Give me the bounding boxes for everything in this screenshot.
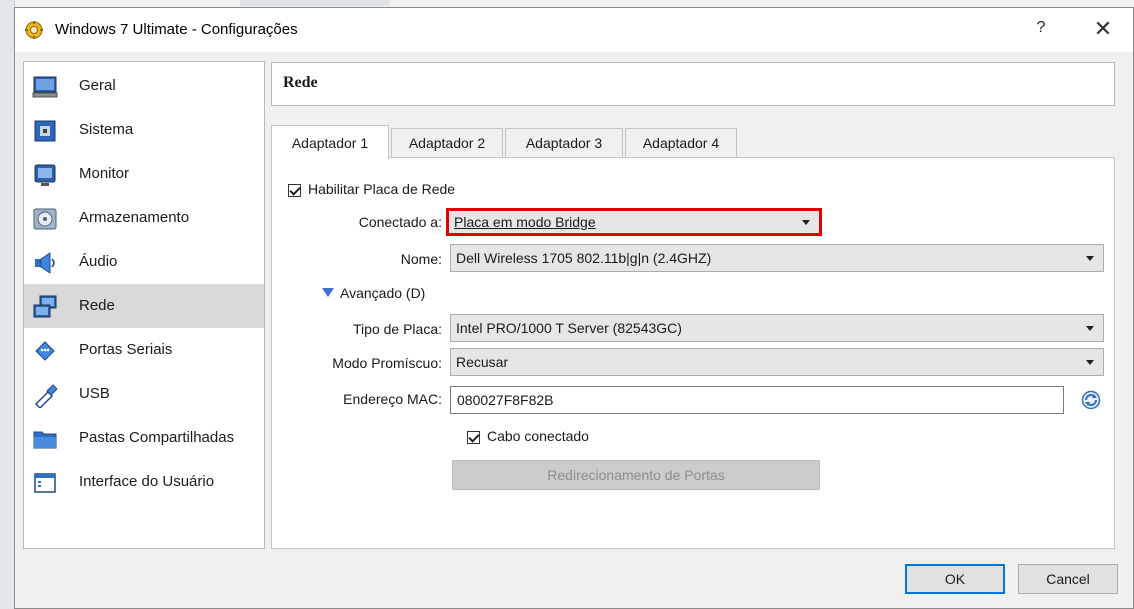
- mac-address-input[interactable]: 080027F8F82B: [450, 386, 1064, 414]
- advanced-toggle[interactable]: Avançado (D): [340, 285, 425, 301]
- sidebar-item-sistema[interactable]: Sistema: [24, 108, 264, 152]
- enable-adapter-checkbox[interactable]: [288, 184, 301, 197]
- tab-adaptador-3[interactable]: Adaptador 3: [505, 128, 623, 158]
- sidebar-item-geral[interactable]: Geral: [24, 64, 264, 108]
- settings-dialog: Windows 7 Ultimate - Configurações ? ✕ G…: [14, 7, 1134, 609]
- enable-adapter-label: Habilitar Placa de Rede: [308, 181, 456, 197]
- display-icon: [34, 164, 56, 186]
- page-header: Rede: [271, 62, 1115, 106]
- network-icon: [33, 295, 57, 318]
- sidebar-item-label: Áudio: [79, 253, 118, 270]
- sidebar-item-label: Monitor: [79, 165, 130, 182]
- close-button[interactable]: ✕: [1089, 16, 1117, 42]
- chevron-down-icon: [802, 220, 810, 225]
- settings-sidebar: Geral Sistema Monitor Armazenamento Áudi…: [23, 61, 265, 549]
- cable-connected-label: Cabo conectado: [487, 428, 589, 444]
- chevron-down-icon: [1086, 256, 1094, 261]
- adapter-type-value: Intel PRO/1000 T Server (82543GC): [456, 320, 682, 336]
- sidebar-item-portas-seriais[interactable]: Portas Seriais: [24, 328, 264, 372]
- disk-icon: [33, 208, 57, 230]
- cable-connected-checkbox[interactable]: [467, 431, 480, 444]
- promiscuous-mode-value: Recusar: [456, 354, 509, 370]
- chevron-down-icon: [1086, 326, 1094, 331]
- tab-adaptador-4[interactable]: Adaptador 4: [625, 128, 737, 158]
- sidebar-item-label: Armazenamento: [79, 209, 190, 226]
- name-select[interactable]: Dell Wireless 1705 802.11b|g|n (2.4GHZ): [450, 244, 1104, 272]
- promiscuous-mode-select[interactable]: Recusar: [450, 348, 1104, 376]
- chevron-down-icon: [1086, 360, 1094, 365]
- sidebar-item-label: Portas Seriais: [79, 341, 173, 358]
- speaker-icon: [35, 252, 55, 274]
- port-forwarding-button[interactable]: Redirecionamento de Portas: [452, 460, 820, 490]
- sidebar-item-label: Interface do Usuário: [79, 473, 215, 490]
- sidebar-item-armazenamento[interactable]: Armazenamento: [24, 196, 264, 240]
- sidebar-item-label: Geral: [79, 77, 116, 94]
- adapter-type-label: Tipo de Placa:: [353, 321, 442, 337]
- sidebar-item-label: USB: [79, 385, 110, 402]
- name-label: Nome:: [400, 251, 442, 267]
- page-title: Rede: [283, 74, 318, 91]
- user-interface-icon: [34, 473, 56, 493]
- cancel-button[interactable]: Cancel: [1018, 564, 1118, 594]
- sidebar-item-label: Pastas Compartilhadas: [79, 429, 235, 446]
- shared-folder-icon: [33, 431, 57, 449]
- help-button[interactable]: ?: [1029, 19, 1053, 37]
- expand-triangle-icon[interactable]: [322, 288, 334, 297]
- sidebar-item-label: Rede: [79, 297, 115, 314]
- serial-port-icon: [35, 341, 55, 361]
- adapter-settings-panel: Habilitar Placa de Rede Conectado a: Pla…: [271, 157, 1115, 549]
- title-bar: Windows 7 Ultimate - Configurações ? ✕: [15, 8, 1133, 52]
- tab-adaptador-1[interactable]: Adaptador 1: [271, 125, 389, 159]
- sidebar-item-monitor[interactable]: Monitor: [24, 152, 264, 196]
- sidebar-item-usb[interactable]: USB: [24, 372, 264, 416]
- chip-icon: [34, 120, 56, 142]
- virtualbox-gear-icon: [25, 21, 43, 39]
- attached-to-value: Placa em modo Bridge: [454, 214, 596, 230]
- refresh-mac-icon[interactable]: [1081, 390, 1101, 410]
- sidebar-item-interface-do-usuario[interactable]: Interface do Usuário: [24, 460, 264, 504]
- usb-icon: [34, 384, 58, 408]
- mac-address-label: Endereço MAC:: [343, 391, 442, 407]
- ok-button[interactable]: OK: [905, 564, 1005, 594]
- adapter-type-select[interactable]: Intel PRO/1000 T Server (82543GC): [450, 314, 1104, 342]
- sidebar-item-pastas-compartilhadas[interactable]: Pastas Compartilhadas: [24, 416, 264, 460]
- background-window-edge: [0, 0, 15, 609]
- attached-to-select[interactable]: Placa em modo Bridge: [446, 208, 822, 236]
- promiscuous-mode-label: Modo Promíscuo:: [332, 355, 442, 371]
- sidebar-item-audio[interactable]: Áudio: [24, 240, 264, 284]
- name-value: Dell Wireless 1705 802.11b|g|n (2.4GHZ): [456, 250, 712, 266]
- sidebar-item-label: Sistema: [79, 121, 134, 138]
- tab-adaptador-2[interactable]: Adaptador 2: [391, 128, 503, 158]
- window-title: Windows 7 Ultimate - Configurações: [55, 21, 298, 38]
- sidebar-item-rede[interactable]: Rede: [24, 284, 264, 328]
- background-window-top: [240, 0, 390, 6]
- attached-to-label: Conectado a:: [358, 214, 442, 230]
- monitor-computer-icon: [32, 76, 58, 98]
